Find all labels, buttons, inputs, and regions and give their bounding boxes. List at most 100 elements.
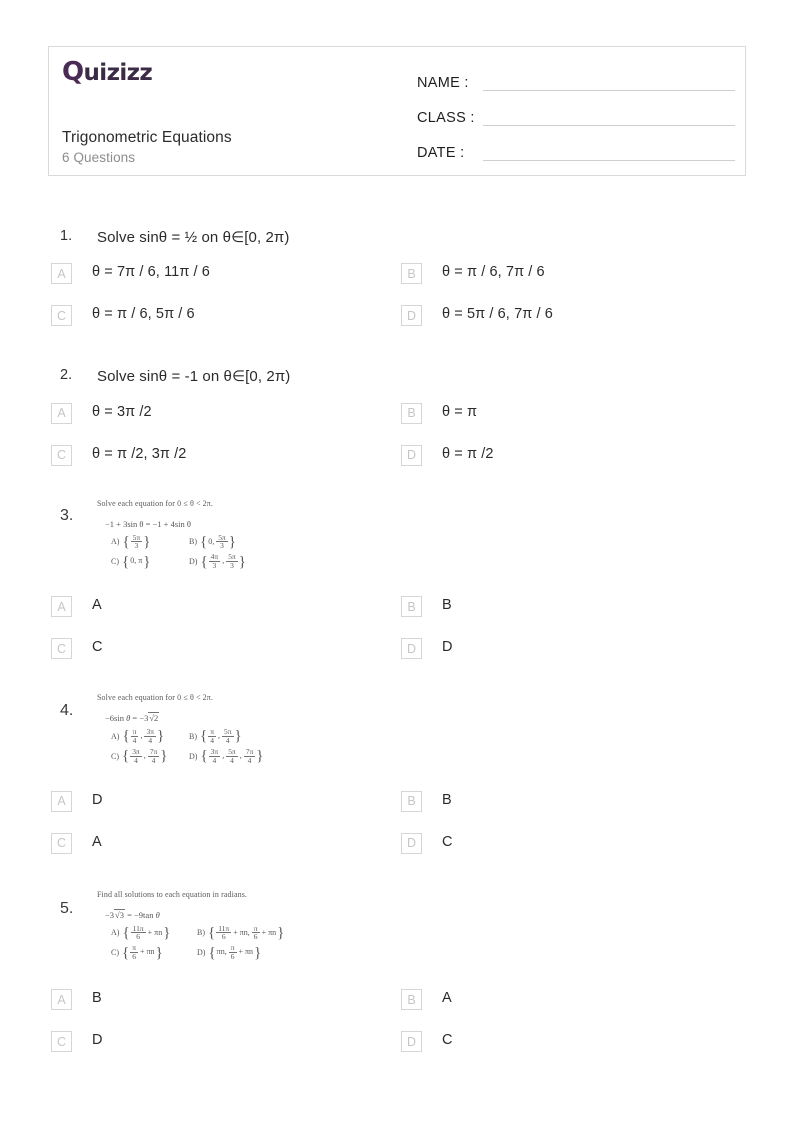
image-prompt-text: Find all solutions to each equation in r… xyxy=(97,889,248,899)
answer-row: C D D C xyxy=(0,1030,794,1072)
answer-option[interactable]: B θ = π xyxy=(349,402,698,444)
option-letter-badge: C xyxy=(51,305,72,327)
answer-option[interactable]: C θ = π /2, 3π /2 xyxy=(0,444,349,486)
class-input-line[interactable] xyxy=(483,125,735,126)
image-choice-set: {11π 6 + πn, π 6 + πn} xyxy=(208,923,285,942)
answer-row: A θ = 3π /2 B θ = π xyxy=(0,402,794,444)
question-image: Find all solutions to each equation in r… xyxy=(97,890,372,965)
image-equation: −1 + 3sin θ = −1 + 4sin θ xyxy=(105,518,191,529)
option-letter-badge: A xyxy=(51,263,72,285)
image-choices: A) {π 4, 3π 4} B) {π 4, 5π 4} C) {3π 4, 7π 4} xyxy=(111,728,357,765)
answer-option[interactable]: B θ = π / 6, 7π / 6 xyxy=(349,262,698,304)
image-choice-tag: D) xyxy=(197,948,206,958)
option-text: B xyxy=(92,990,102,1006)
answer-row: C C D D xyxy=(0,637,794,679)
name-input-line[interactable] xyxy=(483,90,735,91)
option-text: θ = π / 6, 5π / 6 xyxy=(92,306,195,323)
image-choice: A) {π 4, 3π 4} xyxy=(111,728,189,745)
questions-list: 1. Solve sinθ = ½ on θ∈[0, 2π) A θ = 7π … xyxy=(0,228,794,1072)
answer-option[interactable]: A θ = 3π /2 xyxy=(0,402,349,444)
option-text: θ = 7π / 6, 11π / 6 xyxy=(92,264,210,281)
option-text: D xyxy=(92,791,103,808)
answer-options: A θ = 3π /2 B θ = π C θ = π /2, 3π /2 D … xyxy=(0,402,794,486)
option-text: A xyxy=(442,990,452,1006)
answer-row: C A D C xyxy=(0,832,794,874)
image-choice-set: {π 4, 5π 4} xyxy=(200,727,242,745)
name-field-row: NAME : xyxy=(417,61,735,94)
answer-option[interactable]: B B xyxy=(349,595,698,637)
answer-option[interactable]: D θ = 5π / 6, 7π / 6 xyxy=(349,304,698,346)
answer-option[interactable]: A θ = 7π / 6, 11π / 6 xyxy=(0,262,349,304)
question-heading: 5. Find all solutions to each equation i… xyxy=(0,890,794,965)
answer-option[interactable]: A D xyxy=(0,790,349,832)
answer-row: A θ = 7π / 6, 11π / 6 B θ = π / 6, 7π / … xyxy=(0,262,794,304)
question-block: 2. Solve sinθ = -1 on θ∈[0, 2π) A θ = 3π… xyxy=(0,367,794,485)
image-equation: −3√3 = −9tan θ xyxy=(105,908,160,920)
answer-option[interactable]: C C xyxy=(0,637,349,679)
date-input-line[interactable] xyxy=(483,160,735,161)
option-text: B xyxy=(442,597,452,613)
image-choice-row: A) {11π 6 + πn} B) {11π 6 + πn, π 6 + πn} xyxy=(111,923,372,942)
answer-options: A B B A C D D C xyxy=(0,988,794,1072)
answer-options: A A B B C C D D xyxy=(0,595,794,679)
answer-option[interactable]: D D xyxy=(349,637,698,679)
answer-option[interactable]: D θ = π /2 xyxy=(349,444,698,486)
image-choice-tag: B) xyxy=(189,731,197,741)
option-letter-badge: D xyxy=(401,444,422,466)
image-choices: A) {11π 6 + πn} B) {11π 6 + πn, π 6 + πn} C) {π… xyxy=(111,923,372,962)
logo-q-glyph: Q xyxy=(62,57,84,87)
image-choice: A) {5π 3} xyxy=(111,533,189,551)
answer-option[interactable]: D C xyxy=(349,832,698,874)
image-choice-set: {4π 3, 5π 3} xyxy=(200,552,246,571)
image-choice-row: A) {5π 3} B) {0, 5π 3} xyxy=(111,533,347,551)
image-choice-tag: A) xyxy=(111,731,120,741)
option-letter-badge: C xyxy=(51,1031,72,1052)
image-choice: C) {π 6 + πn} xyxy=(111,944,197,961)
question-number: 3. xyxy=(60,506,74,524)
answer-options: A θ = 7π / 6, 11π / 6 B θ = π / 6, 7π / … xyxy=(0,262,794,346)
option-text: θ = π /2, 3π /2 xyxy=(92,445,187,462)
option-text: B xyxy=(442,791,452,808)
question-block: 4. Solve each equation for 0 ≤ θ < 2π. −… xyxy=(0,693,794,874)
option-text: θ = π /2 xyxy=(442,445,494,462)
question-number: 1. xyxy=(60,228,73,244)
answer-option[interactable]: B B xyxy=(349,790,698,832)
answer-option[interactable]: C D xyxy=(0,1030,349,1072)
answer-option[interactable]: C A xyxy=(0,832,349,874)
image-choice-tag: B) xyxy=(189,537,197,547)
option-letter-badge: B xyxy=(401,596,422,617)
option-text: C xyxy=(92,639,103,655)
image-equation: −6sin θ = −3√2 xyxy=(105,712,160,723)
answer-row: A D B B xyxy=(0,790,794,832)
answer-option[interactable]: A A xyxy=(0,595,349,637)
image-choice-set: {π 6 + πn} xyxy=(122,943,163,962)
answer-options: A D B B C A D C xyxy=(0,790,794,874)
option-text: D xyxy=(92,1032,103,1048)
image-choice: D) {4π 3, 5π 3} xyxy=(189,553,267,570)
image-choice-row: C) {3π 4, 7π 4} D) {3π 4, 5π 4, 7π 4} xyxy=(111,746,357,765)
option-letter-badge: D xyxy=(401,638,422,659)
answer-option[interactable]: D C xyxy=(349,1030,698,1072)
option-letter-badge: A xyxy=(51,402,72,424)
image-choice: D) {3π 4, 5π 4, 7π 4} xyxy=(189,746,285,765)
image-choice-set: {π 4, 3π 4} xyxy=(122,727,165,745)
image-choice-set: {3π 4, 5π 4, 7π 4} xyxy=(200,746,264,765)
answer-option[interactable]: B A xyxy=(349,988,698,1030)
question-block: 3. Solve each equation for 0 ≤ θ < 2π. −… xyxy=(0,499,794,680)
question-block: 5. Find all solutions to each equation i… xyxy=(0,890,794,1073)
image-choice: C) {0, π} xyxy=(111,554,189,569)
answer-option[interactable]: C θ = π / 6, 5π / 6 xyxy=(0,304,349,346)
option-letter-badge: A xyxy=(51,596,72,617)
option-letter-badge: C xyxy=(51,832,72,854)
image-choice-tag: A) xyxy=(111,928,120,938)
option-text: θ = π / 6, 7π / 6 xyxy=(442,264,545,281)
answer-option[interactable]: A B xyxy=(0,988,349,1030)
image-choice: B) {π 4, 5π 4} xyxy=(189,728,267,745)
class-field-label: CLASS : xyxy=(417,110,475,126)
image-choice-tag: C) xyxy=(111,557,119,567)
question-block: 1. Solve sinθ = ½ on θ∈[0, 2π) A θ = 7π … xyxy=(0,228,794,346)
option-letter-badge: C xyxy=(51,444,72,466)
option-text: θ = 3π /2 xyxy=(92,403,152,420)
option-text: C xyxy=(442,1032,453,1048)
image-prompt-text: Solve each equation for 0 ≤ θ < 2π. xyxy=(97,498,214,508)
